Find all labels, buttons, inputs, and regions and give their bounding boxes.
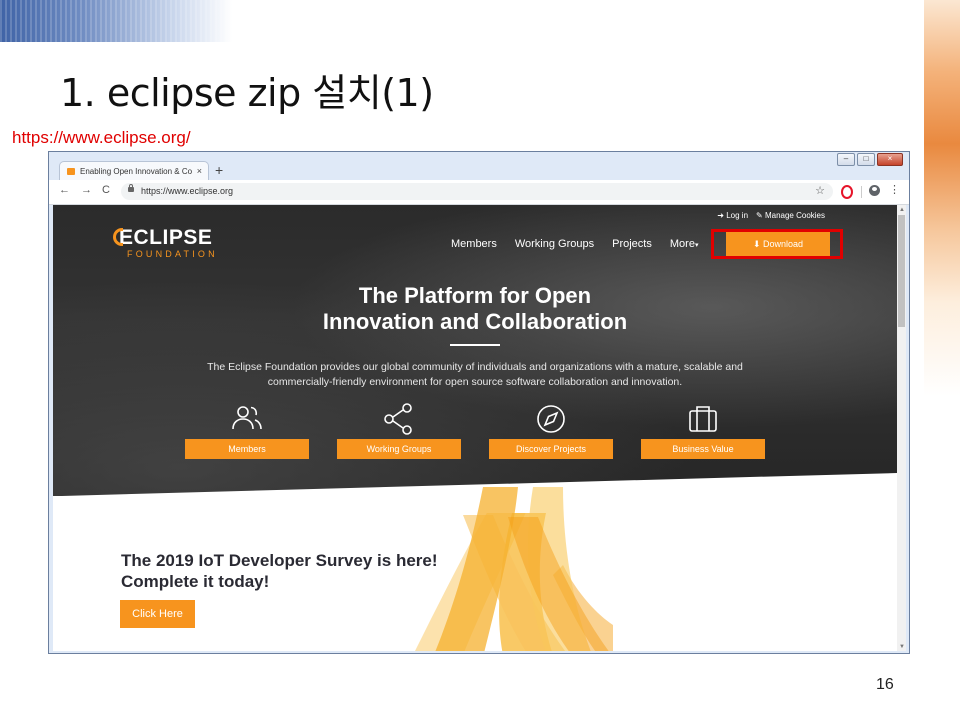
address-bar[interactable]: https://www.eclipse.org ☆ <box>121 183 833 200</box>
survey-line2: Complete it today! <box>121 572 270 591</box>
share-icon <box>337 403 461 435</box>
eclipse-logo[interactable]: ECLIPSE FOUNDATION <box>113 226 218 259</box>
caret-down-icon: ▾ <box>694 242 699 249</box>
briefcase-icon <box>641 403 765 435</box>
bookmark-star-icon[interactable]: ☆ <box>815 183 825 200</box>
members-button[interactable]: Members <box>185 439 309 459</box>
login-label: Log in <box>726 211 749 220</box>
favicon-icon <box>67 168 75 175</box>
working-groups-button[interactable]: Working Groups <box>337 439 461 459</box>
menu-icon[interactable]: ⋮ <box>889 183 900 196</box>
nav-working-groups[interactable]: Working Groups <box>515 238 594 250</box>
feature-members: Members <box>185 403 309 459</box>
browser-toolbar: ← → C https://www.eclipse.org ☆ ⋮ <box>49 180 909 205</box>
close-window-button[interactable]: × <box>877 153 903 166</box>
window-controls: – □ × <box>837 153 903 166</box>
profile-icon[interactable] <box>869 185 880 196</box>
forward-button[interactable]: → <box>81 184 92 196</box>
feature-business-value: Business Value <box>641 403 765 459</box>
slide-title: 1. eclipse zip 설치(1) <box>60 71 434 115</box>
scroll-down-icon[interactable]: ▼ <box>899 644 905 650</box>
nav-more[interactable]: More▾ <box>670 238 699 250</box>
top-links: ➜ Log in ✎ Manage Cookies <box>717 211 825 220</box>
feature-working-groups: Working Groups <box>337 403 461 459</box>
page-scrollbar[interactable]: ▲ ▼ <box>897 205 906 651</box>
login-link[interactable]: ➜ Log in <box>717 211 748 220</box>
tab-close-icon[interactable]: × <box>197 162 202 181</box>
users-icon <box>185 403 309 435</box>
hero-title-line2: Innovation and Collaboration <box>322 309 628 334</box>
feature-discover-projects: Discover Projects <box>489 403 613 459</box>
hero-divider <box>450 344 500 346</box>
ribbon-graphic-front <box>435 487 609 651</box>
download-highlight-box <box>711 229 843 259</box>
scrollbar-thumb[interactable] <box>898 215 905 327</box>
compass-icon <box>489 403 613 435</box>
nav-more-label: More <box>669 238 695 250</box>
business-value-button[interactable]: Business Value <box>641 439 765 459</box>
hero-title: The Platform for Open Innovation and Col… <box>53 283 897 335</box>
nav-projects[interactable]: Projects <box>612 238 652 250</box>
tab-title: Enabling Open Innovation & Co <box>80 167 192 176</box>
manage-cookies-label: Manage Cookies <box>764 211 825 220</box>
survey-headline: The 2019 IoT Developer Survey is here! C… <box>121 550 438 592</box>
browser-tab[interactable]: Enabling Open Innovation & Co × <box>59 161 209 180</box>
logo-arc-icon <box>113 228 123 246</box>
hero-description: The Eclipse Foundation provides our glob… <box>207 361 743 388</box>
maximize-button[interactable]: □ <box>857 153 875 166</box>
back-button[interactable]: ← <box>59 184 70 196</box>
logo-sub-text: FOUNDATION <box>127 249 218 259</box>
url-label: https://www.eclipse.org/ <box>12 128 191 147</box>
page-viewport: ➜ Log in ✎ Manage Cookies ECLIPSE FOUNDA… <box>53 205 897 651</box>
scroll-up-icon[interactable]: ▲ <box>899 207 905 213</box>
slide-decoration-top <box>0 0 232 42</box>
lock-icon <box>128 184 134 192</box>
slide-decoration-right <box>924 0 960 720</box>
minimize-button[interactable]: – <box>837 153 855 166</box>
nav-members[interactable]: Members <box>451 238 497 250</box>
opera-extension-icon[interactable] <box>841 185 853 199</box>
browser-window: Enabling Open Innovation & Co × + – □ × … <box>48 151 910 654</box>
reload-button[interactable]: C <box>102 184 110 196</box>
logo-main-text: ECLIPSE <box>119 226 213 249</box>
survey-line1: The 2019 IoT Developer Survey is here! <box>121 551 438 570</box>
tab-strip: Enabling Open Innovation & Co × + – □ × <box>49 152 909 180</box>
address-text: https://www.eclipse.org <box>141 186 234 196</box>
hero-title-line1: The Platform for Open <box>358 283 592 308</box>
manage-cookies-link[interactable]: ✎ Manage Cookies <box>756 211 825 220</box>
new-tab-button[interactable]: + <box>215 161 223 179</box>
page-number: 16 <box>876 676 894 693</box>
toolbar-separator <box>861 186 862 198</box>
main-nav: Members Working Groups Projects More▾ <box>451 238 698 250</box>
discover-projects-button[interactable]: Discover Projects <box>489 439 613 459</box>
click-here-button[interactable]: Click Here <box>120 600 195 628</box>
